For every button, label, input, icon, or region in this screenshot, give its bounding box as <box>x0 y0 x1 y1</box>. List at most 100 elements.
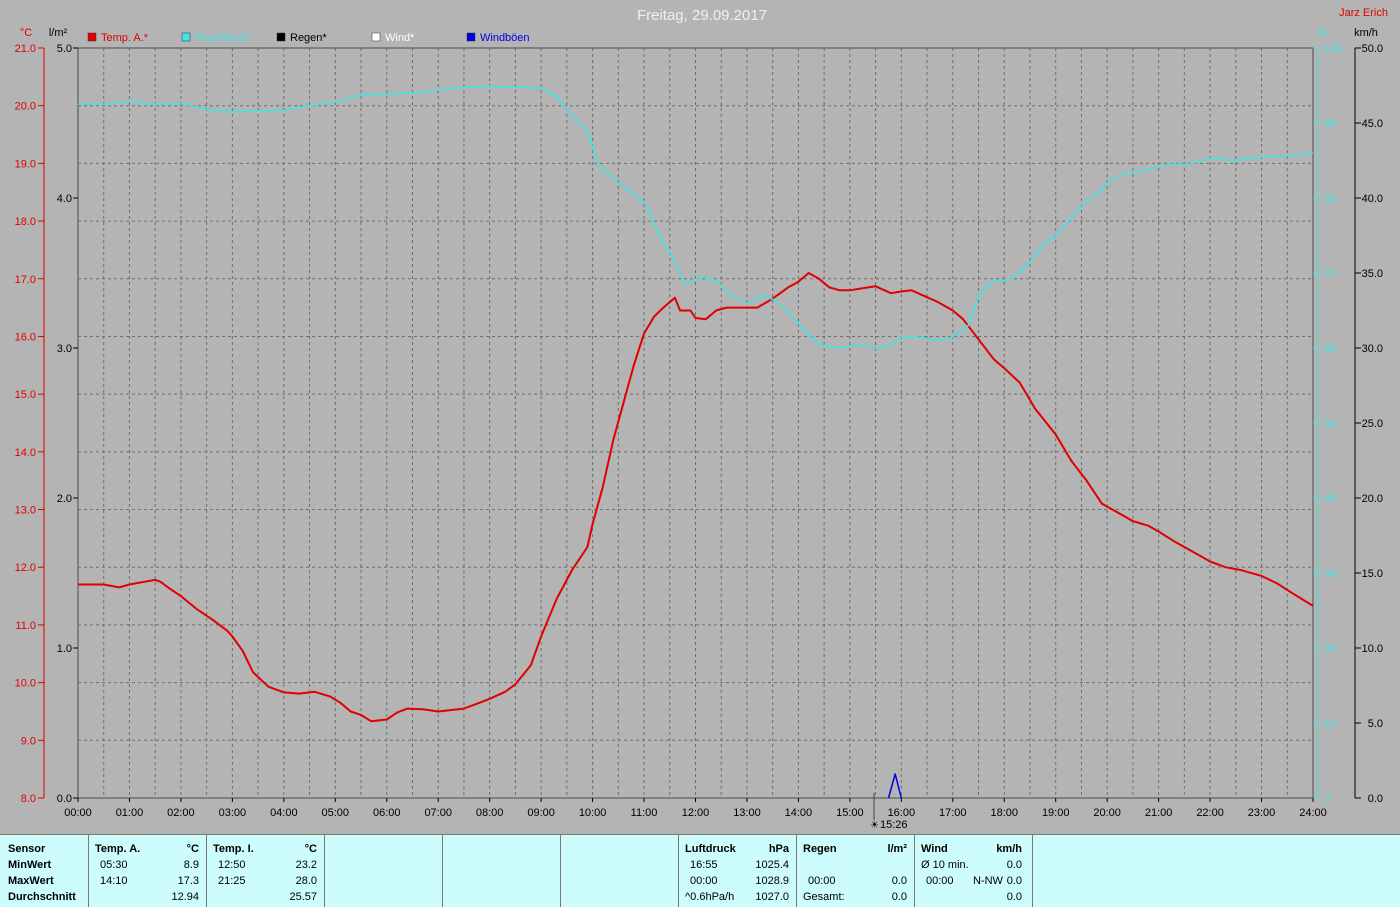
x-tick-label: 23:00 <box>1248 807 1276 819</box>
chart-title: Freitag, 29.09.2017 <box>637 7 767 24</box>
temp-a-min-time: 05:30 <box>100 859 128 871</box>
grid <box>77 47 1314 799</box>
wind-avg-label: Ø 10 min. <box>921 859 969 871</box>
x-tick-label: 24:00 <box>1299 807 1327 819</box>
temp-tick-label: 11.0 <box>15 620 36 632</box>
legend-swatch <box>87 32 97 42</box>
temp-tick-label: 9.0 <box>21 735 36 747</box>
temp-tick-label: 13.0 <box>15 505 36 517</box>
legend-item: Feuchte A.* <box>195 32 253 44</box>
x-tick-label: 13:00 <box>733 807 761 819</box>
rain-max-time: 00:00 <box>808 875 836 887</box>
temp-tick-label: 18.0 <box>15 216 36 228</box>
x-tick-label: 14:00 <box>785 807 813 819</box>
sun-icon: ☀ <box>870 820 879 831</box>
rain-axis-unit: l/m² <box>49 27 68 39</box>
temp-tick-label: 14.0 <box>15 447 36 459</box>
humidity-tick-label: 20 <box>1324 643 1336 655</box>
humidity-tick-label: 0 <box>1324 793 1330 805</box>
wind-tick-label: 30.0 <box>1362 343 1383 355</box>
humidity-tick-label: 50 <box>1324 418 1336 430</box>
temp-tick-label: 10.0 <box>15 678 36 690</box>
temp-tick-label: 16.0 <box>15 331 36 343</box>
temp-i-title: Temp. I. <box>213 843 254 855</box>
wind-tick-label: 50.0 <box>1362 43 1383 55</box>
temp-tick-label: 19.0 <box>15 158 36 170</box>
temp-tick-label: 21.0 <box>15 43 36 55</box>
cursor-time: 15:26 <box>880 819 908 831</box>
temp-a-unit: °C <box>186 843 199 855</box>
x-tick-label: 15:00 <box>836 807 864 819</box>
x-tick-label: 01:00 <box>116 807 144 819</box>
humidity-tick-label: 90 <box>1324 118 1336 130</box>
temp-a-title: Temp. A. <box>95 843 141 855</box>
wind-tick-label: 45.0 <box>1362 118 1383 130</box>
legend-item: Temp. A.* <box>101 32 149 44</box>
temp-tick-label: 12.0 <box>15 562 36 574</box>
legend: Temp. A.* Feuchte A.* Regen* Wind* Windböen <box>87 32 530 44</box>
x-tick-label: 09:00 <box>527 807 555 819</box>
weather-chart: Freitag, 29.09.2017 Jarz Erich °C l/m² %… <box>15 7 1388 831</box>
x-tick-label: 16:00 <box>888 807 916 819</box>
wind-max-time: 00:00 <box>926 875 954 887</box>
legend-item: Wind* <box>385 32 415 44</box>
temp-tick-label: 8.0 <box>21 793 36 805</box>
pressure-trend: ^0.6hPa/h <box>685 891 735 903</box>
temp-tick-label: 15.0 <box>15 389 36 401</box>
humidity-tick-label: 70 <box>1324 268 1336 280</box>
row-avg-label: Durchschnitt <box>8 891 76 903</box>
wind-tick-label: 25.0 <box>1362 418 1383 430</box>
temp-axis-unit: °C <box>20 27 32 39</box>
legend-swatch <box>466 32 476 42</box>
x-tick-label: 17:00 <box>939 807 967 819</box>
rain-title: Regen <box>803 843 837 855</box>
legend-item: Regen* <box>290 32 327 44</box>
wind-axis-unit: km/h <box>1354 27 1378 39</box>
rain-tick-label: 0.0 <box>57 793 72 805</box>
wind-tick-label: 35.0 <box>1362 268 1383 280</box>
wind-tick-label: 40.0 <box>1362 193 1383 205</box>
wind-max-dir: N-NW <box>973 875 1003 887</box>
x-tick-label: 10:00 <box>579 807 607 819</box>
wind-tick-label: 10.0 <box>1362 643 1383 655</box>
temp-i-min-time: 12:50 <box>218 859 246 871</box>
row-max-label: MaxWert <box>8 875 54 887</box>
temp-a-min: 8.9 <box>183 859 199 871</box>
pressure-max-time: 00:00 <box>690 875 718 887</box>
rain-total: 0.0 <box>891 891 907 903</box>
legend-swatch <box>181 32 191 42</box>
x-tick-label: 11:00 <box>631 807 658 819</box>
wind-total: 0.0 <box>1006 891 1022 903</box>
wind-tick-label: 15.0 <box>1362 568 1383 580</box>
wind-tick-label: 0.0 <box>1368 793 1383 805</box>
temp-i-min: 23.2 <box>295 859 317 871</box>
x-tick-label: 06:00 <box>373 807 401 819</box>
wind-unit: km/h <box>996 843 1022 855</box>
wind-title: Wind <box>921 843 948 855</box>
pressure-avg: 1027.0 <box>755 891 789 903</box>
x-tick-label: 12:00 <box>682 807 710 819</box>
pressure-max: 1028.9 <box>755 875 789 887</box>
temp-i-unit: °C <box>304 843 317 855</box>
humidity-tick-label: 10 <box>1324 718 1336 730</box>
rain-tick-label: 2.0 <box>57 493 72 505</box>
rain-total-label: Gesamt: <box>803 891 845 903</box>
x-tick-label: 08:00 <box>476 807 504 819</box>
humidity-tick-label: 30 <box>1324 568 1336 580</box>
rain-tick-label: 3.0 <box>57 343 72 355</box>
x-tick-label: 19:00 <box>1042 807 1070 819</box>
pressure-unit: hPa <box>768 843 789 855</box>
pressure-title: Luftdruck <box>685 843 736 855</box>
x-tick-label: 22:00 <box>1196 807 1224 819</box>
rain-tick-label: 4.0 <box>57 193 72 205</box>
x-tick-label: 04:00 <box>270 807 298 819</box>
sensor-title: Sensor <box>8 843 46 855</box>
temp-tick-label: 20.0 <box>15 101 36 113</box>
x-tick-label: 03:00 <box>219 807 247 819</box>
x-tick-label: 05:00 <box>322 807 350 819</box>
temp-i-avg: 25.57 <box>289 891 317 903</box>
legend-swatch <box>276 32 286 42</box>
humidity-tick-label: 60 <box>1324 343 1336 355</box>
x-tick-label: 02:00 <box>167 807 195 819</box>
rain-unit: l/m² <box>887 843 907 855</box>
